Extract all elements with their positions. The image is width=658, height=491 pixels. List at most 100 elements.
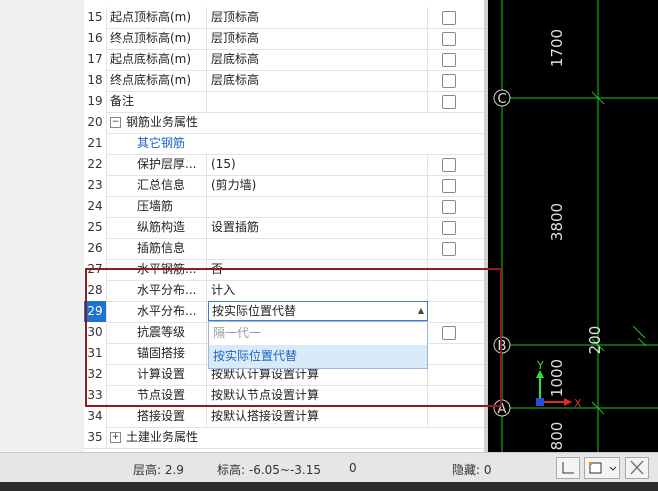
table-row[interactable]: 17 起点底标高(m) 层底标高 [84, 49, 484, 71]
property-grid: 15 起点顶标高(m) 层顶标高 16 终点顶标高(m) 层顶标高 17 起点底… [84, 0, 484, 452]
attribute-checkbox[interactable] [442, 95, 456, 109]
property-value[interactable]: 按默认搭接设置计算 [208, 406, 428, 427]
row-number: 33 [84, 385, 107, 406]
cad-viewport[interactable]: C B A 1700 3800 200 1000 800 Y X [488, 0, 658, 452]
property-value[interactable] [208, 91, 428, 112]
property-name: 终点底标高(m) [107, 70, 207, 91]
property-name: 纵筋构造 [107, 217, 207, 238]
attribute-checkbox[interactable] [442, 32, 456, 46]
row-number: 24 [84, 196, 107, 217]
group-header[interactable]: + 土建业务属性 [107, 427, 429, 448]
zero-readout: 0 [349, 461, 357, 475]
view-frame-icon [589, 462, 617, 474]
attribute-checkbox[interactable] [442, 326, 456, 340]
property-value[interactable]: 按默认节点设置计算 [208, 385, 428, 406]
property-name: 节点设置 [107, 385, 207, 406]
combobox-value: 按实际位置代替 [212, 304, 297, 318]
row-number: 29 [84, 301, 107, 322]
attribute-checkbox[interactable] [442, 221, 456, 235]
property-value[interactable]: (15) [208, 154, 428, 175]
table-row-group[interactable]: 20 − 钢筋业务属性 [84, 112, 484, 134]
group-header[interactable]: − 钢筋业务属性 [107, 112, 429, 133]
property-value[interactable]: (剪力墙) [208, 175, 428, 196]
property-value[interactable]: 层顶标高 [208, 28, 428, 49]
row-number: 20 [84, 112, 107, 133]
group-label: 钢筋业务属性 [126, 115, 199, 129]
property-name: 水平钢筋... [107, 259, 207, 280]
attribute-checkbox[interactable] [442, 158, 456, 172]
table-row[interactable]: 18 终点底标高(m) 层底标高 [84, 70, 484, 92]
dropdown-arrow-icon[interactable]: ▲ [418, 302, 424, 320]
row-number: 22 [84, 154, 107, 175]
table-row[interactable]: 16 终点顶标高(m) 层顶标高 [84, 28, 484, 50]
attribute-checkbox[interactable] [442, 74, 456, 88]
ortho-icon [562, 462, 574, 474]
row-number: 17 [84, 49, 107, 70]
table-row[interactable]: 25 纵筋构造 设置插筋 [84, 217, 484, 239]
property-value[interactable]: 层底标高 [208, 70, 428, 91]
attribute-checkbox[interactable] [442, 11, 456, 25]
property-name: 搭接设置 [107, 406, 207, 427]
table-row[interactable]: 15 起点顶标高(m) 层顶标高 [84, 7, 484, 29]
axis-x-label: X [574, 397, 582, 410]
property-name: 水平分布... [107, 280, 207, 301]
property-name: 计算设置 [107, 364, 207, 385]
close-button[interactable] [625, 457, 649, 479]
attribute-checkbox[interactable] [442, 179, 456, 193]
property-value[interactable] [208, 238, 428, 259]
row-number: 25 [84, 217, 107, 238]
property-name: 起点顶标高(m) [107, 7, 207, 28]
table-row[interactable]: 33 节点设置 按默认节点设置计算 [84, 385, 484, 407]
dimension-label: 200 [586, 326, 604, 355]
row-number: 27 [84, 259, 107, 280]
hidden-count: 隐藏: 0 [452, 463, 492, 477]
property-value[interactable]: 层底标高 [208, 49, 428, 70]
group-label: 土建业务属性 [126, 430, 199, 444]
table-row[interactable]: 26 插筋信息 [84, 238, 484, 260]
value-combobox[interactable]: 按实际位置代替 ▲ [208, 301, 428, 321]
elevation-readout: 标高: -6.05~-3.15 [217, 463, 322, 477]
table-row[interactable]: 24 压墙筋 [84, 196, 484, 218]
table-row[interactable]: 34 搭接设置 按默认搭接设置计算 [84, 406, 484, 428]
left-panel-margin [0, 0, 85, 452]
table-row[interactable]: 23 汇总信息 (剪力墙) [84, 175, 484, 197]
property-value[interactable]: 否 [208, 259, 428, 280]
table-row[interactable]: 28 水平分布... 计入 [84, 280, 484, 302]
table-row[interactable]: 22 保护层厚... (15) [84, 154, 484, 176]
property-value[interactable]: 设置插筋 [208, 217, 428, 238]
row-number: 34 [84, 406, 107, 427]
row-number: 32 [84, 364, 107, 385]
row-number: 35 [84, 427, 107, 448]
property-value[interactable]: 层顶标高 [208, 7, 428, 28]
property-name: 抗震等级 [107, 322, 207, 343]
axis-label-a: A [498, 402, 507, 417]
axis-label-c: C [497, 92, 506, 107]
view-mode-dropdown[interactable] [584, 457, 620, 479]
property-name: 锚固搭接 [107, 343, 207, 364]
row-number: 21 [84, 133, 107, 154]
row-number: 18 [84, 70, 107, 91]
row-number: 28 [84, 280, 107, 301]
property-name: 起点底标高(m) [107, 49, 207, 70]
row-number: 19 [84, 91, 107, 112]
expand-icon[interactable]: + [110, 432, 121, 443]
attribute-checkbox[interactable] [442, 53, 456, 67]
dimension-label: 1000 [548, 359, 566, 397]
dropdown-option[interactable]: 隔一代一 [209, 322, 427, 345]
table-row[interactable]: 27 水平钢筋... 否 [84, 259, 484, 281]
row-number: 30 [84, 322, 107, 343]
attribute-checkbox[interactable] [442, 200, 456, 214]
collapse-icon[interactable]: − [110, 117, 121, 128]
row-number: 16 [84, 28, 107, 49]
floor-height-readout: 层高: 2.9 [133, 463, 184, 477]
ortho-mode-button[interactable] [556, 457, 580, 479]
dropdown-option-highlighted[interactable]: 按实际位置代替 [209, 345, 427, 368]
property-name: 终点顶标高(m) [107, 28, 207, 49]
property-value[interactable] [208, 196, 428, 217]
property-value[interactable]: 计入 [208, 280, 428, 301]
table-row-group[interactable]: 35 + 土建业务属性 [84, 427, 484, 449]
attribute-checkbox[interactable] [442, 242, 456, 256]
row-number: 31 [84, 343, 107, 364]
table-row[interactable]: 19 备注 [84, 91, 484, 113]
row-number: 26 [84, 238, 107, 259]
